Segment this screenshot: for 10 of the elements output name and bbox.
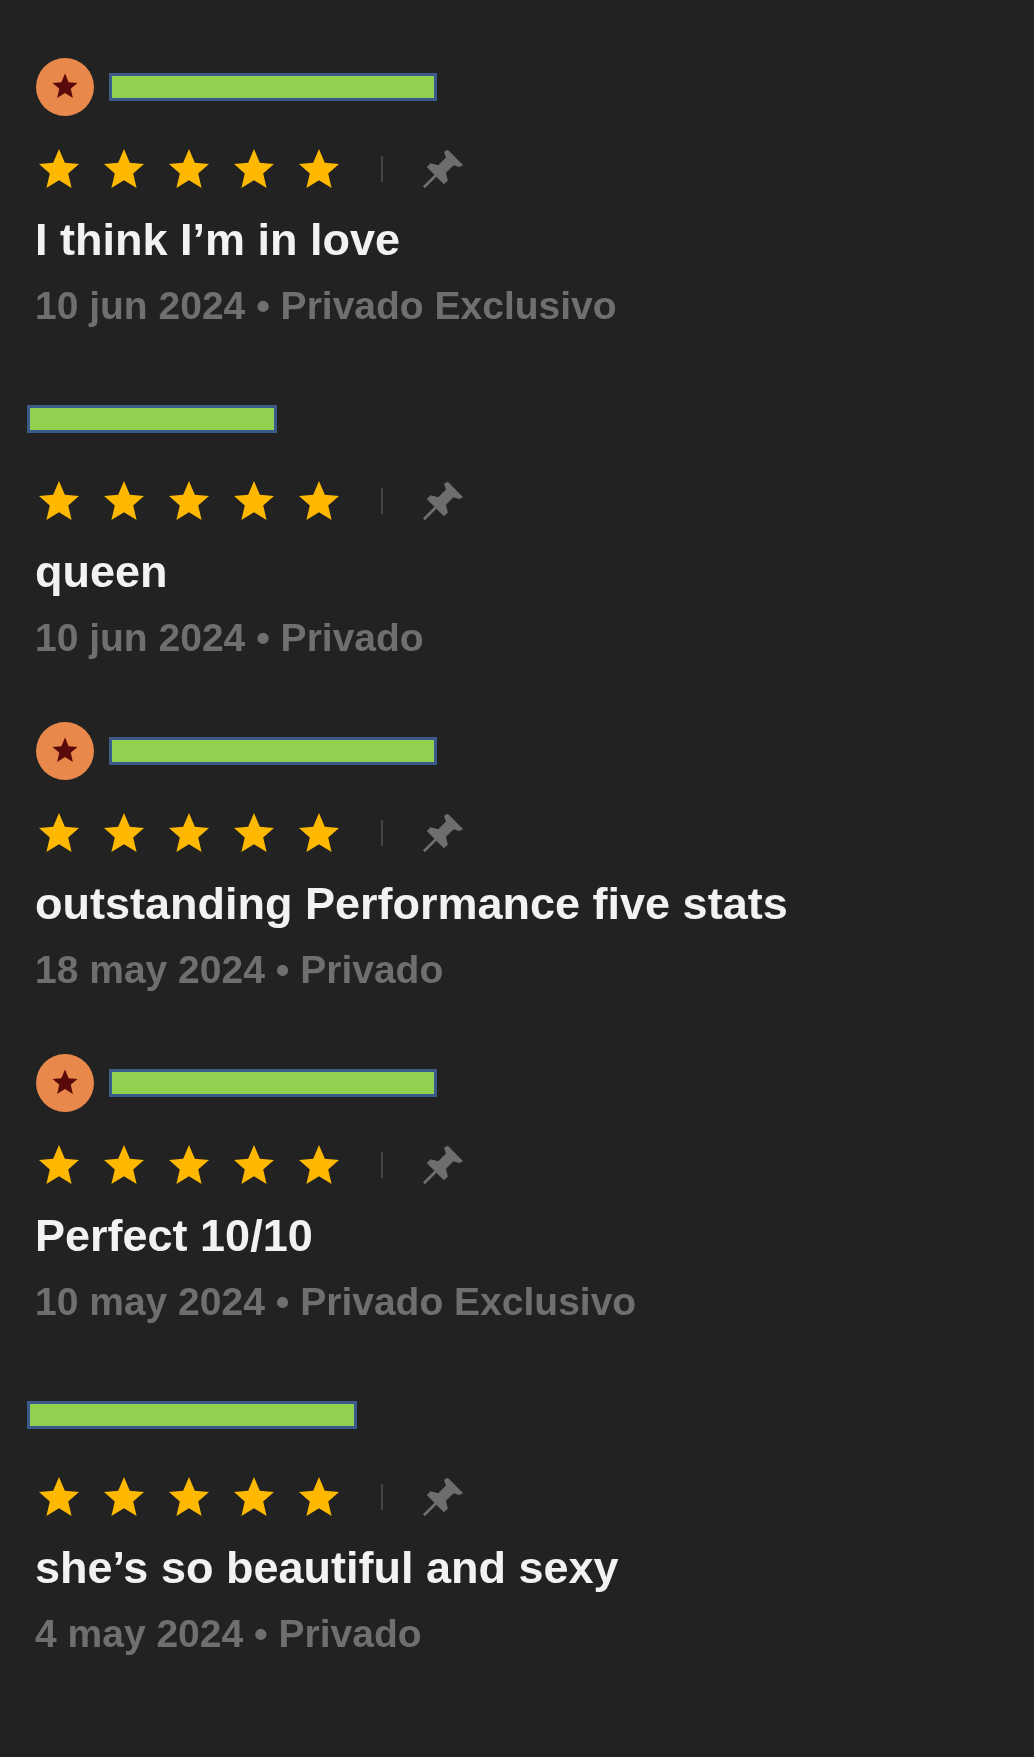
review-text: she’s so beautiful and sexy	[35, 1541, 620, 1595]
review-text: I think I’m in love	[35, 213, 402, 267]
review-text: Perfect 10/10	[35, 1209, 314, 1263]
review-meta: 10 jun 2024 • Privado	[35, 615, 425, 661]
review-meta: 18 may 2024 • Privado	[35, 947, 445, 993]
review-text: queen	[35, 545, 169, 599]
review-meta: 4 may 2024 • Privado	[35, 1611, 423, 1657]
review-text: outstanding Performance five stats	[35, 877, 789, 931]
review-meta: 10 jun 2024 • Privado Exclusivo	[35, 283, 618, 329]
review-meta: 10 may 2024 • Privado Exclusivo	[35, 1279, 638, 1325]
